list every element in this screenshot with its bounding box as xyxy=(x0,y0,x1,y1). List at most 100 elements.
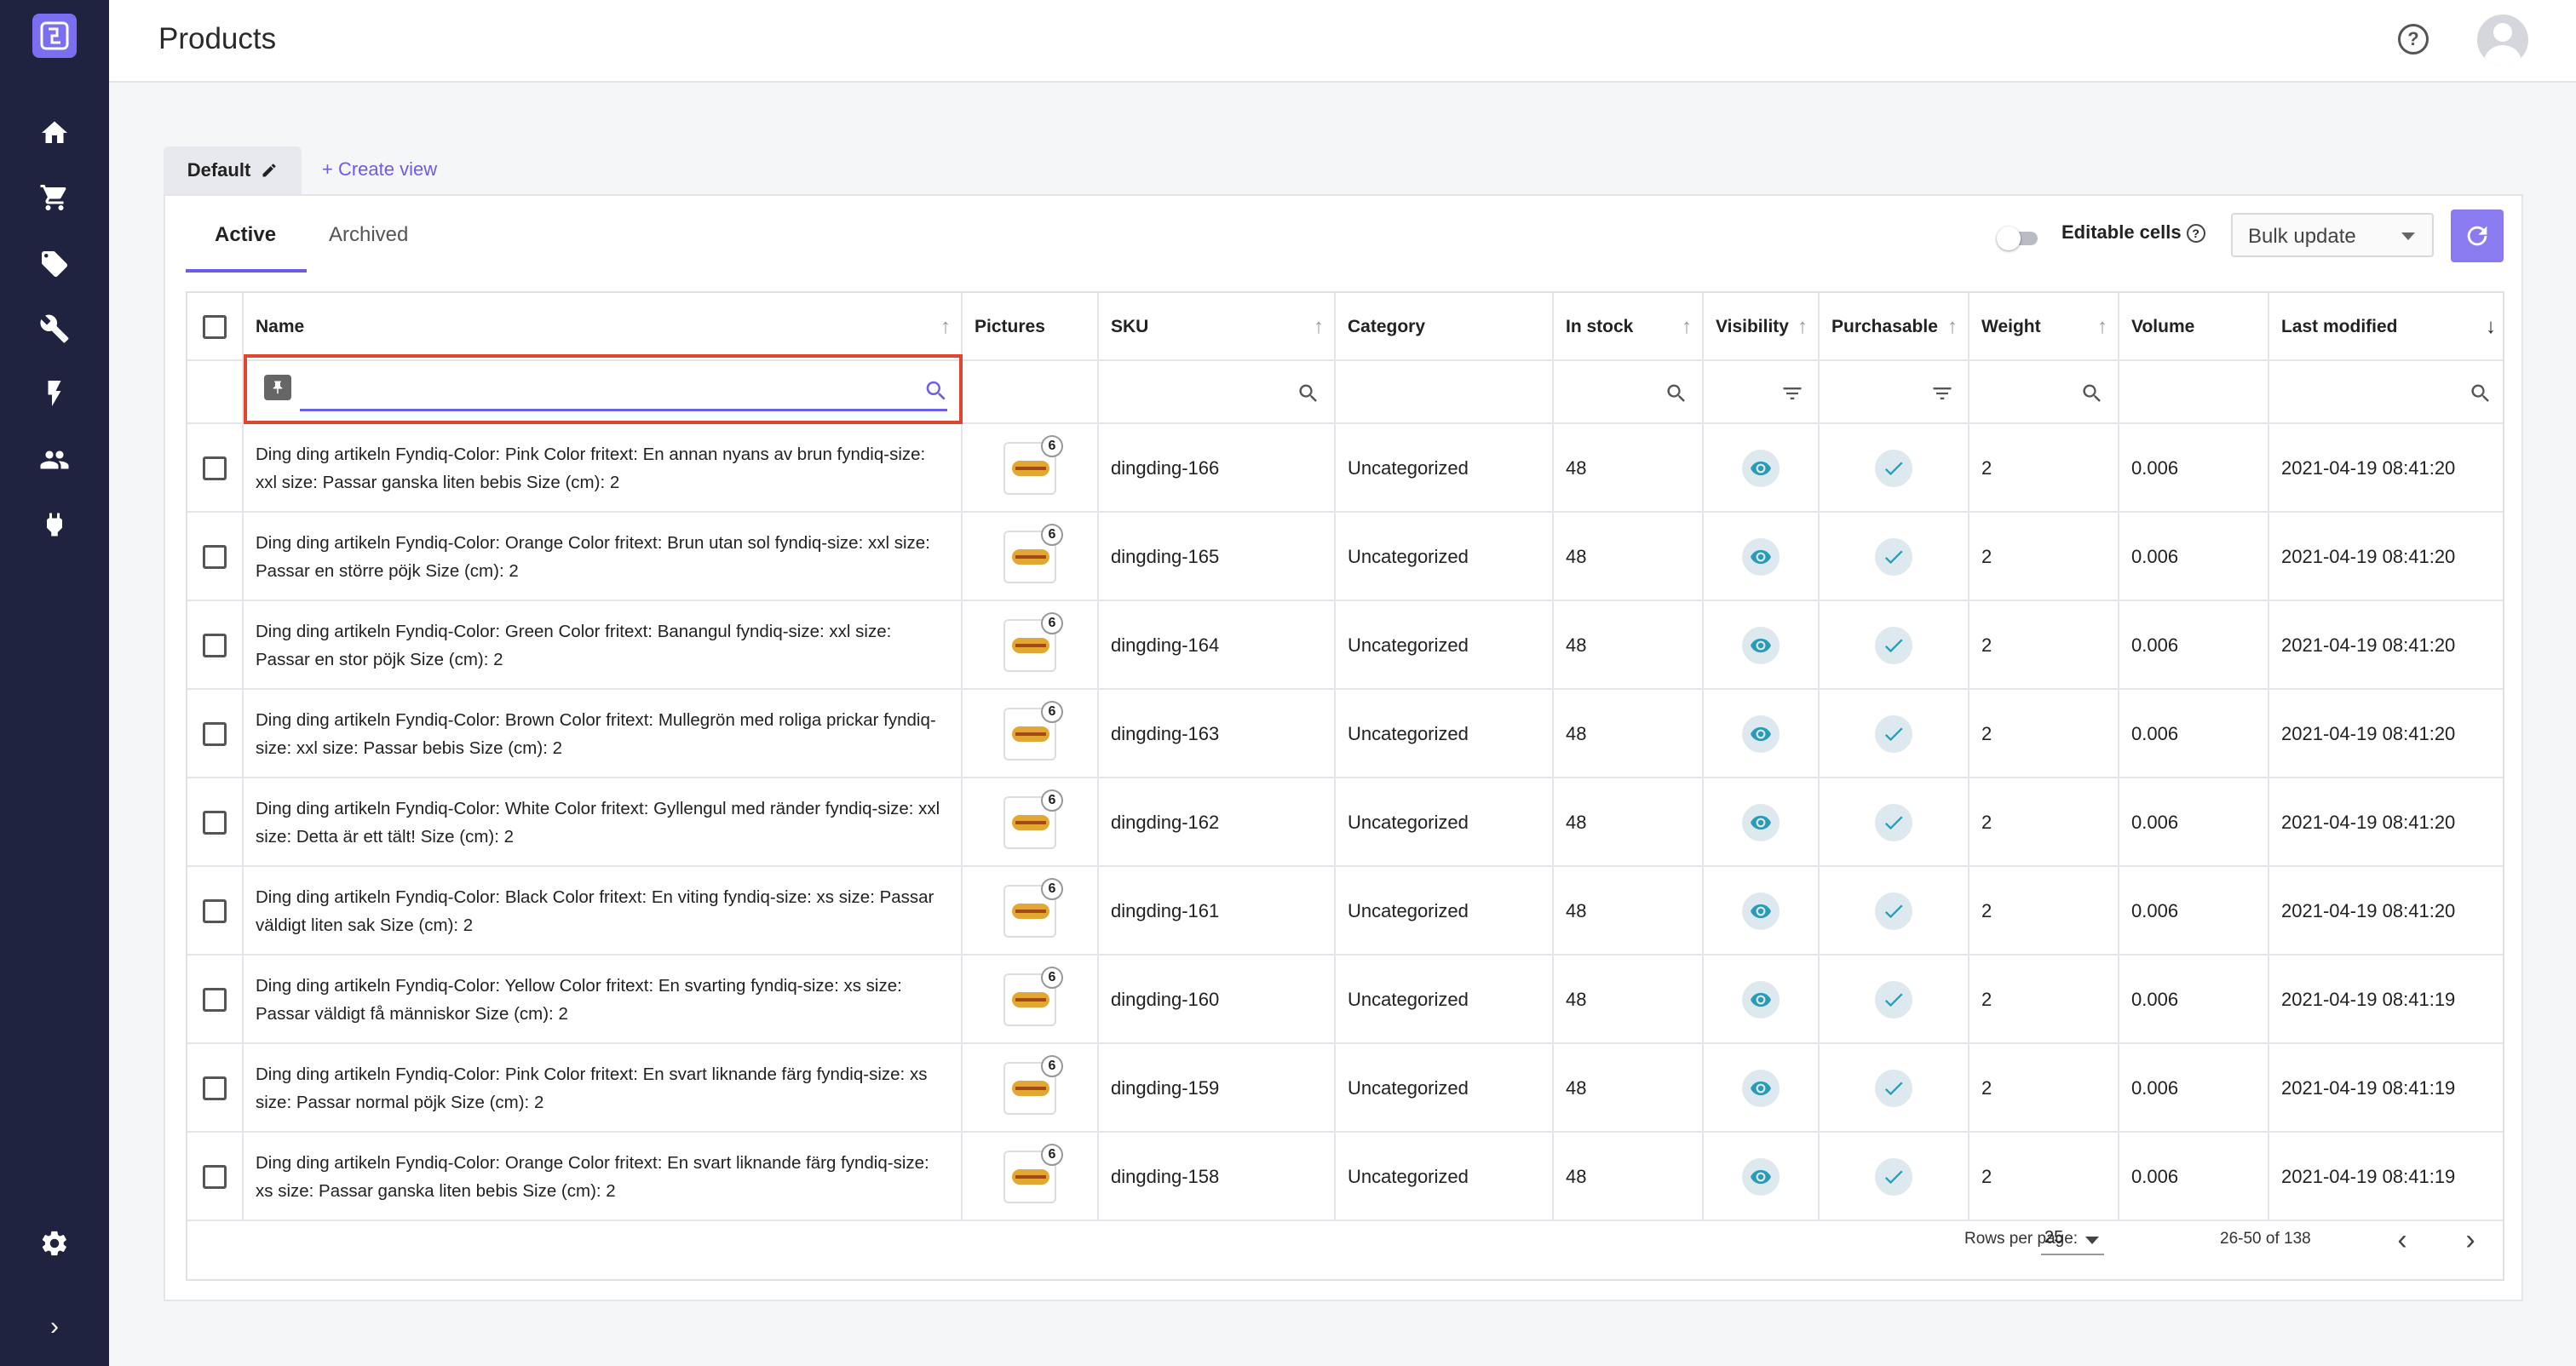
tab-active[interactable]: Active xyxy=(215,223,276,247)
table-row[interactable]: Ding ding artikeln Fyndiq-Color: Orange … xyxy=(187,513,2503,601)
cell-category[interactable]: Uncategorized xyxy=(1336,690,1554,778)
cell-visibility[interactable] xyxy=(1704,513,1820,601)
tag-icon[interactable] xyxy=(0,238,109,290)
cell-pictures[interactable]: 6 xyxy=(963,867,1099,956)
cell-category[interactable]: Uncategorized xyxy=(1336,424,1554,513)
cart-icon[interactable] xyxy=(0,172,109,223)
sort-arrow-icon[interactable]: ↓ xyxy=(2486,315,2496,339)
cell-name[interactable]: Ding ding artikeln Fyndiq-Color: Yellow … xyxy=(244,956,963,1044)
product-thumbnail[interactable]: 6 xyxy=(1003,1055,1063,1115)
prev-page-button[interactable]: ‹ xyxy=(2387,1224,2418,1256)
row-checkbox[interactable] xyxy=(203,899,227,923)
col-purchasable[interactable]: Purchasable ↑ xyxy=(1820,293,1969,361)
row-checkbox[interactable] xyxy=(203,634,227,657)
sort-arrow-icon[interactable]: ↑ xyxy=(1314,315,1324,339)
cell-purchasable[interactable] xyxy=(1820,601,1969,690)
col-volume[interactable]: Volume xyxy=(2119,293,2269,361)
cell-volume[interactable]: 0.006 xyxy=(2119,424,2269,513)
cell-name[interactable]: Ding ding artikeln Fyndiq-Color: Orange … xyxy=(244,513,963,601)
cell-in-stock[interactable]: 48 xyxy=(1554,513,1704,601)
row-checkbox[interactable] xyxy=(203,722,227,746)
row-checkbox[interactable] xyxy=(203,456,227,480)
cell-name[interactable]: Ding ding artikeln Fyndiq-Color: Brown C… xyxy=(244,690,963,778)
cell-volume[interactable]: 0.006 xyxy=(2119,690,2269,778)
select-all-checkbox[interactable] xyxy=(203,315,227,339)
eye-icon[interactable] xyxy=(1742,715,1780,753)
cell-sku[interactable]: dingding-161 xyxy=(1099,867,1336,956)
cell-category[interactable]: Uncategorized xyxy=(1336,601,1554,690)
product-thumbnail[interactable]: 6 xyxy=(1003,701,1063,760)
check-icon[interactable] xyxy=(1875,1158,1912,1196)
cell-in-stock[interactable]: 48 xyxy=(1554,778,1704,867)
eye-icon[interactable] xyxy=(1742,981,1780,1019)
home-icon[interactable] xyxy=(0,107,109,158)
row-checkbox[interactable] xyxy=(203,811,227,835)
product-thumbnail[interactable]: 6 xyxy=(1003,878,1063,938)
editable-help-icon[interactable]: ? xyxy=(2186,224,2205,244)
cell-in-stock[interactable]: 48 xyxy=(1554,867,1704,956)
filter-icon[interactable] xyxy=(1780,382,1804,405)
eye-icon[interactable] xyxy=(1742,627,1780,664)
col-last-modified[interactable]: Last modified ↓ xyxy=(2269,293,2503,361)
eye-icon[interactable] xyxy=(1742,804,1780,841)
cell-in-stock[interactable]: 48 xyxy=(1554,424,1704,513)
cell-in-stock[interactable]: 48 xyxy=(1554,601,1704,690)
table-row[interactable]: Ding ding artikeln Fyndiq-Color: Pink Co… xyxy=(187,1044,2503,1133)
cell-sku[interactable]: dingding-160 xyxy=(1099,956,1336,1044)
cell-visibility[interactable] xyxy=(1704,424,1820,513)
cell-in-stock[interactable]: 48 xyxy=(1554,1044,1704,1133)
name-filter-input[interactable] xyxy=(244,354,963,424)
cell-pictures[interactable]: 6 xyxy=(963,690,1099,778)
cell-weight[interactable]: 2 xyxy=(1969,690,2119,778)
cell-visibility[interactable] xyxy=(1704,778,1820,867)
view-tab-default[interactable]: Default xyxy=(164,146,302,194)
cell-purchasable[interactable] xyxy=(1820,1044,1969,1133)
eye-icon[interactable] xyxy=(1742,450,1780,487)
filter-icon[interactable] xyxy=(1930,382,1954,405)
check-icon[interactable] xyxy=(1875,804,1912,841)
bulk-update-select[interactable]: Bulk update xyxy=(2231,213,2434,257)
cell-purchasable[interactable] xyxy=(1820,956,1969,1044)
refresh-button[interactable] xyxy=(2451,209,2504,262)
cell-volume[interactable]: 0.006 xyxy=(2119,867,2269,956)
search-icon[interactable] xyxy=(2080,382,2104,405)
cell-visibility[interactable] xyxy=(1704,690,1820,778)
col-weight[interactable]: Weight ↑ xyxy=(1969,293,2119,361)
gear-icon[interactable] xyxy=(0,1218,109,1269)
cell-name[interactable]: Ding ding artikeln Fyndiq-Color: White C… xyxy=(244,778,963,867)
col-category[interactable]: Category xyxy=(1336,293,1554,361)
cell-volume[interactable]: 0.006 xyxy=(2119,956,2269,1044)
cell-pictures[interactable]: 6 xyxy=(963,956,1099,1044)
cell-in-stock[interactable]: 48 xyxy=(1554,690,1704,778)
check-icon[interactable] xyxy=(1875,892,1912,930)
cell-category[interactable]: Uncategorized xyxy=(1336,867,1554,956)
cell-category[interactable]: Uncategorized xyxy=(1336,1044,1554,1133)
cell-last-modified[interactable]: 2021-04-19 08:41:20 xyxy=(2269,778,2503,867)
cell-pictures[interactable]: 6 xyxy=(963,1044,1099,1133)
bolt-icon[interactable] xyxy=(0,368,109,419)
sort-arrow-icon[interactable]: ↑ xyxy=(1797,315,1808,339)
cell-weight[interactable]: 2 xyxy=(1969,867,2119,956)
sort-arrow-icon[interactable]: ↑ xyxy=(1682,315,1692,339)
cell-category[interactable]: Uncategorized xyxy=(1336,778,1554,867)
cell-name[interactable]: Ding ding artikeln Fyndiq-Color: Black C… xyxy=(244,867,963,956)
table-row[interactable]: Ding ding artikeln Fyndiq-Color: Pink Co… xyxy=(187,424,2503,513)
row-checkbox[interactable] xyxy=(203,988,227,1012)
cell-last-modified[interactable]: 2021-04-19 08:41:20 xyxy=(2269,601,2503,690)
col-in-stock[interactable]: In stock ↑ xyxy=(1554,293,1704,361)
cell-visibility[interactable] xyxy=(1704,956,1820,1044)
check-icon[interactable] xyxy=(1875,1070,1912,1107)
eye-icon[interactable] xyxy=(1742,538,1780,576)
table-row[interactable]: Ding ding artikeln Fyndiq-Color: Yellow … xyxy=(187,956,2503,1044)
app-logo-icon[interactable] xyxy=(32,14,77,58)
cell-sku[interactable]: dingding-165 xyxy=(1099,513,1336,601)
eye-icon[interactable] xyxy=(1742,1158,1780,1196)
cell-in-stock[interactable]: 48 xyxy=(1554,956,1704,1044)
cell-purchasable[interactable] xyxy=(1820,778,1969,867)
col-visibility[interactable]: Visibility ↑ xyxy=(1704,293,1820,361)
col-pictures[interactable]: Pictures xyxy=(963,293,1099,361)
cell-last-modified[interactable]: 2021-04-19 08:41:20 xyxy=(2269,424,2503,513)
expand-sidebar-button[interactable]: › xyxy=(0,1303,109,1351)
product-thumbnail[interactable]: 6 xyxy=(1003,612,1063,672)
row-checkbox[interactable] xyxy=(203,1076,227,1100)
